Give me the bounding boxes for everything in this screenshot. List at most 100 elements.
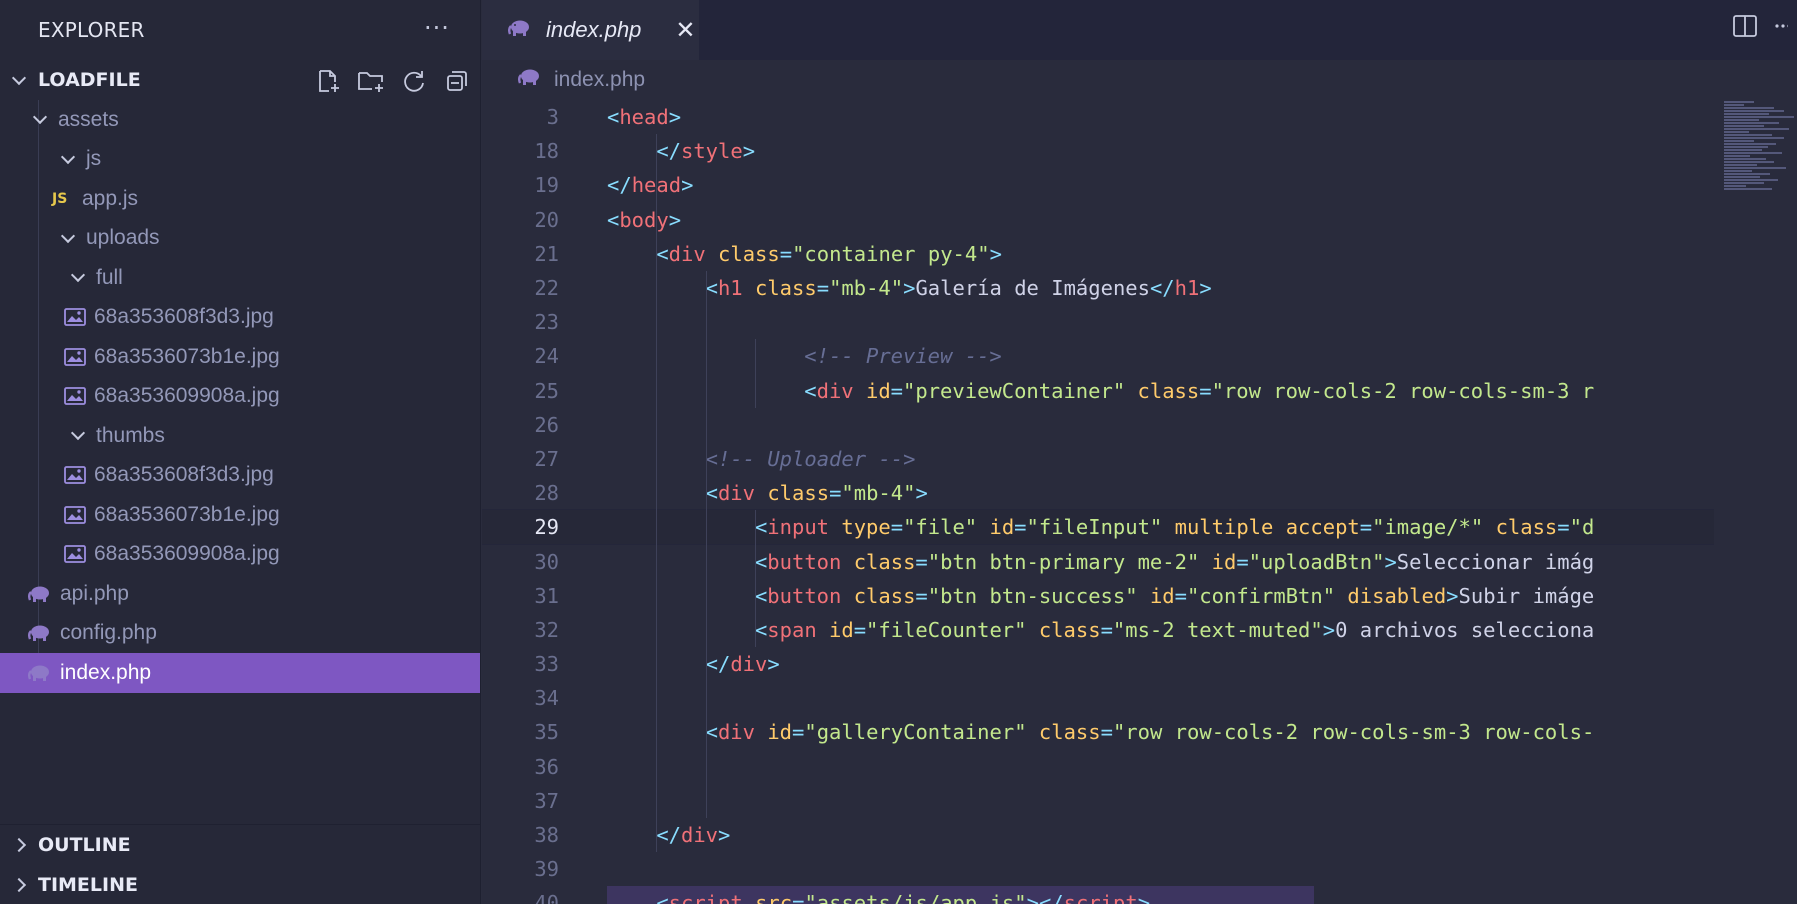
tree-folder[interactable]: js	[0, 140, 480, 180]
code-token: "row row-cols-2 row-cols-sm-3 r	[1211, 378, 1595, 403]
code-token: class	[853, 549, 916, 574]
tree-file[interactable]: 68a353609908a.jpg	[0, 377, 480, 417]
code-line[interactable]: 32 < span id = "fileCounter" class = "ms-2 tex…	[482, 613, 1714, 647]
tree-item-label: config.php	[60, 621, 157, 645]
code-token: h1	[1174, 276, 1200, 301]
code-token: accept	[1285, 515, 1360, 540]
code-line[interactable]: 37	[482, 784, 1714, 818]
code-line[interactable]: 28 < div class = "mb-4" >	[482, 476, 1714, 510]
code-line[interactable]: 40 < script src = "assets/js/app.js" > </scrip…	[482, 886, 1714, 904]
explorer-sidebar: EXPLORER ··· LOADFILE assets js JS app.js up…	[0, 0, 481, 904]
code-line[interactable]: 38 </div >	[482, 818, 1714, 852]
refresh-icon[interactable]	[399, 66, 429, 96]
file-tree: assets js JS app.js uploads full 68a353608f3d3…	[0, 100, 480, 693]
line-number: 34	[534, 686, 559, 711]
code-line[interactable]: 33 </div >	[482, 647, 1714, 681]
code-token: =	[792, 720, 805, 745]
tree-file[interactable]: 68a353608f3d3.jpg	[0, 456, 480, 496]
chevron-down-icon	[0, 70, 38, 85]
line-number: 20	[534, 207, 559, 232]
php-elephant-icon	[508, 19, 532, 41]
tree-folder[interactable]: full	[0, 258, 480, 298]
line-number: 22	[534, 276, 559, 301]
more-actions-icon[interactable]: ···	[424, 14, 450, 42]
tab-bar: index.php ✕	[482, 0, 1797, 60]
tree-file[interactable]: JS app.js	[0, 179, 480, 219]
tree-item-label: 68a353609908a.jpg	[94, 384, 280, 408]
code-line[interactable]: 27 <!-- Uploader -->	[482, 442, 1714, 476]
code-token: </	[1149, 276, 1175, 301]
code-token: =	[1557, 515, 1570, 540]
code-token: "container py-4"	[792, 241, 990, 266]
code-token: "image/*"	[1372, 515, 1484, 540]
tree-file[interactable]: api.php	[0, 574, 480, 614]
code-token: class	[1038, 720, 1101, 745]
breadcrumb[interactable]: index.php	[482, 60, 1797, 100]
code-line[interactable]: 18 </style >	[482, 134, 1714, 168]
tab-index-php[interactable]: index.php ✕	[482, 0, 699, 60]
timeline-section-header[interactable]: TIMELINE	[0, 865, 480, 904]
code-token: id	[1211, 549, 1237, 574]
new-file-icon[interactable]	[313, 66, 343, 96]
code-token: <	[656, 891, 669, 904]
minimap[interactable]	[1714, 100, 1797, 904]
line-number: 29	[534, 515, 559, 540]
outline-section-header[interactable]: OUTLINE	[0, 825, 480, 865]
code-line[interactable]: 24 <!-- Preview -->	[482, 339, 1714, 373]
tree-file[interactable]: 68a3536073b1e.jpg	[0, 495, 480, 535]
code-token: </	[656, 139, 681, 164]
line-number: 39	[534, 857, 559, 882]
code-line[interactable]: 19 </head >	[482, 168, 1714, 202]
tree-file[interactable]: 68a3536073b1e.jpg	[0, 337, 480, 377]
code-token: id	[1149, 583, 1175, 608]
tree-file[interactable]: 68a353608f3d3.jpg	[0, 298, 480, 338]
code-line[interactable]: 30 < button class = "btn btn-primary me-2" i…	[482, 544, 1714, 578]
chevron-down-icon	[58, 228, 78, 243]
tree-file[interactable]: 68a353609908a.jpg	[0, 535, 480, 575]
code-editor[interactable]: 3 < head >18 </style >19 </head >20 < body >21 < div…	[482, 100, 1714, 904]
code-line[interactable]: 20 < body >	[482, 203, 1714, 237]
tree-item-label: app.js	[82, 186, 139, 210]
code-token: >	[1446, 583, 1459, 608]
code-line[interactable]: 21 < div class = "container py-4" >	[482, 237, 1714, 271]
code-line[interactable]: 29 < input type = "file" id = "fileInput" mult…	[482, 509, 1714, 546]
tree-file[interactable]: config.php	[0, 614, 480, 654]
code-token: >	[1026, 891, 1039, 904]
code-line[interactable]: 25 < div id = "previewContainer" class = "row …	[482, 374, 1714, 408]
minimap-line	[1724, 131, 1749, 133]
minimap-line	[1724, 188, 1772, 190]
line-number: 35	[534, 720, 559, 745]
code-line[interactable]: 36	[482, 750, 1714, 784]
more-actions-icon[interactable]	[1774, 14, 1791, 42]
code-token: Galería de Imágenes	[915, 276, 1150, 301]
image-file-icon	[64, 505, 86, 524]
code-line[interactable]: 3 < head >	[482, 100, 1714, 134]
code-line[interactable]: 23	[482, 305, 1714, 339]
code-line[interactable]: 39	[482, 852, 1714, 886]
line-number: 25	[534, 378, 559, 403]
code-line[interactable]: 35 < div id = "galleryContainer" class = "row …	[482, 715, 1714, 749]
tree-folder[interactable]: assets	[0, 100, 480, 140]
project-section-header[interactable]: LOADFILE	[0, 60, 480, 100]
tree-folder[interactable]: thumbs	[0, 416, 480, 456]
line-number: 30	[534, 549, 559, 574]
code-line[interactable]: 34	[482, 681, 1714, 715]
code-token: =	[915, 583, 928, 608]
new-folder-icon[interactable]	[356, 66, 386, 96]
tree-file[interactable]: index.php	[0, 653, 480, 693]
line-source: < div class = "mb-4" >	[706, 476, 928, 510]
code-line[interactable]: 31 < button class = "btn btn-success" id = "co…	[482, 579, 1714, 613]
line-source: </div >	[656, 818, 730, 852]
collapse-all-icon[interactable]	[442, 66, 472, 96]
minimap-line	[1724, 113, 1769, 115]
minimap-line	[1724, 185, 1746, 187]
code-line[interactable]: 22 < h1 class = "mb-4" > Galería de Imágenes </…	[482, 271, 1714, 305]
close-icon[interactable]: ✕	[675, 16, 695, 44]
split-editor-icon[interactable]	[1732, 14, 1758, 42]
image-file-icon	[64, 545, 86, 564]
tree-folder[interactable]: uploads	[0, 219, 480, 259]
code-line[interactable]: 26	[482, 408, 1714, 442]
